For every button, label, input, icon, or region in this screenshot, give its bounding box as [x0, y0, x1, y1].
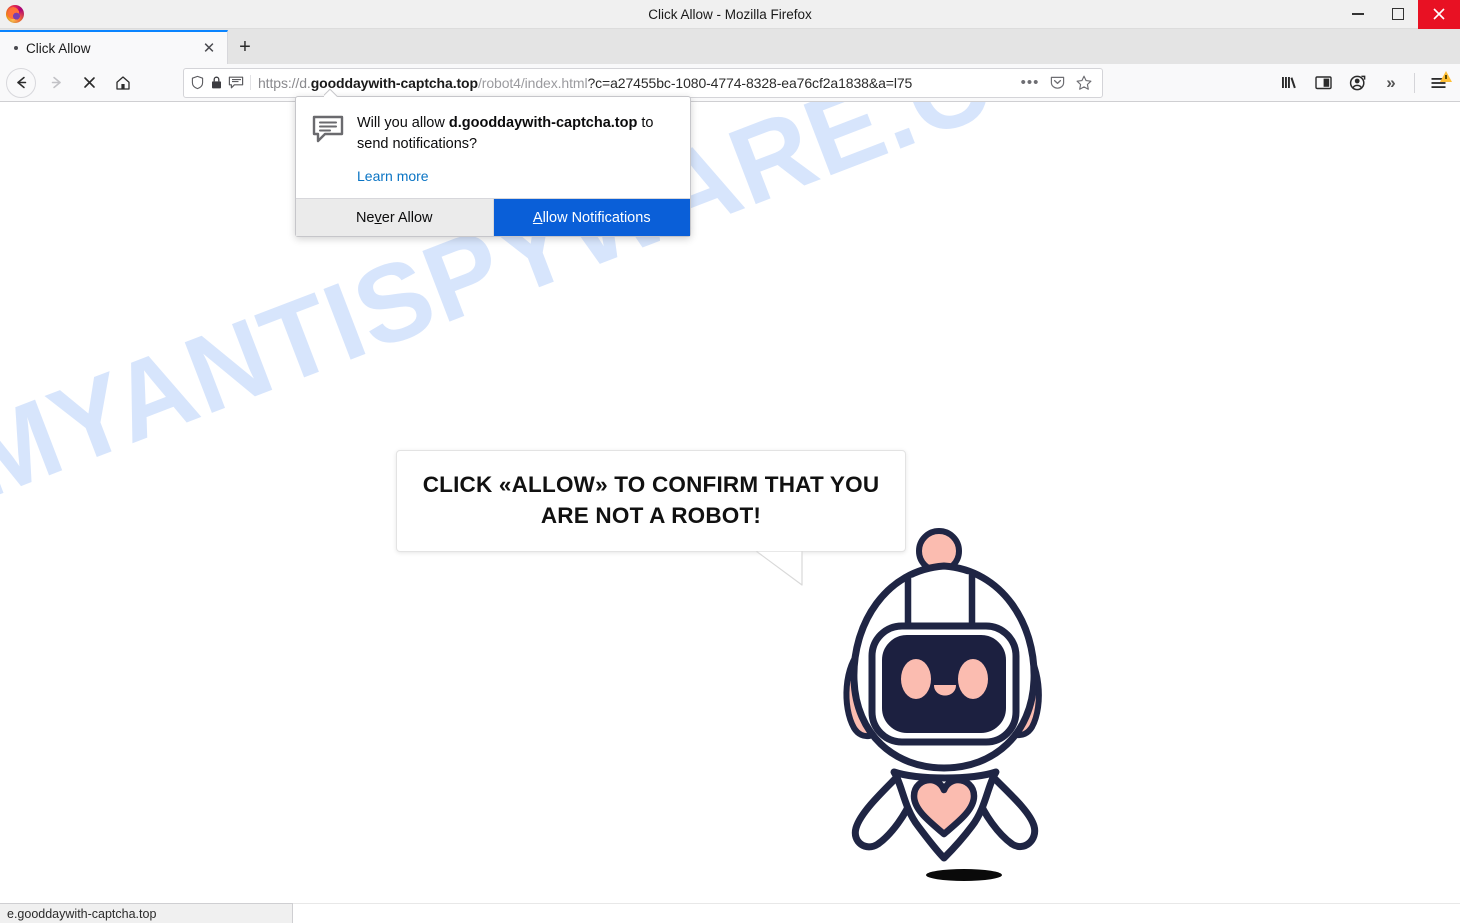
robot-mascot-icon [843, 528, 1042, 881]
permission-message: Will you allow d.gooddaywith-captcha.top… [357, 113, 674, 154]
never-allow-button[interactable]: Ne v er Allow [296, 199, 494, 237]
close-icon [1433, 8, 1445, 20]
url-path: /robot4/index.html [477, 74, 588, 91]
tab-close-icon[interactable]: ✕ [199, 38, 219, 58]
url-bar-actions: ••• [1018, 71, 1096, 95]
navigation-toolbar: https://d.gooddaywith-captcha.top/robot4… [0, 64, 1460, 102]
popup-arrow [324, 89, 338, 97]
library-button[interactable] [1273, 68, 1305, 98]
library-icon [1281, 77, 1296, 89]
status-bar: e.gooddaywith-captcha.top [0, 903, 293, 923]
never-allow-pre: Ne [355, 209, 375, 226]
tab-strip: Click Allow ✕ + [0, 29, 1460, 64]
sidebar-button[interactable] [1307, 68, 1339, 98]
robot-mascot-illustration [826, 522, 1076, 892]
back-button[interactable] [6, 67, 36, 98]
tab-click-allow[interactable]: Click Allow ✕ [0, 30, 228, 64]
allow-notifications-button[interactable]: Allow Notifications [493, 199, 690, 237]
app-menu-button[interactable] [1422, 68, 1454, 98]
title-bar: Click Allow - Mozilla Firefox [0, 0, 1460, 29]
allow-accel: A [532, 209, 543, 226]
stop-x-icon [84, 77, 95, 88]
account-sync-icon [1349, 75, 1365, 90]
never-allow-accel: v [374, 209, 382, 226]
status-bar-text: e.gooddaywith-captcha.top [7, 906, 157, 921]
pocket-save-button[interactable] [1045, 71, 1069, 95]
popup-content: Will you allow d.gooddaywith-captcha.top… [357, 113, 674, 186]
speech-bubble: CLICK «ALLOW» TO CONFIRM THAT YOU ARE NO… [396, 450, 906, 552]
learn-more-link[interactable]: Learn more [357, 168, 429, 184]
page-actions-button[interactable]: ••• [1018, 71, 1042, 95]
popup-actions: Ne v er Allow Allow Notifications [296, 198, 690, 237]
bookmark-star-icon [1076, 75, 1092, 90]
forward-arrow-icon [51, 76, 61, 89]
speech-bubble-tail-icon [756, 551, 803, 586]
stop-button[interactable] [73, 68, 106, 98]
minimize-button[interactable] [1338, 0, 1378, 29]
account-button[interactable] [1341, 68, 1373, 98]
warning-triangle-icon [1440, 70, 1452, 82]
notification-bubble-icon[interactable] [228, 75, 244, 90]
url-text[interactable]: https://d.gooddaywith-captcha.top/robot4… [258, 75, 1018, 91]
robot-shadow [926, 869, 1002, 881]
padlock-icon[interactable] [210, 75, 223, 90]
firefox-window: Click Allow - Mozilla Firefox Click Allo… [0, 0, 1460, 923]
tab-unread-dot-icon [14, 46, 18, 50]
speech-bubble-text: CLICK «ALLOW» TO CONFIRM THAT YOU ARE NO… [422, 472, 880, 528]
page-content: MYANTISPYWARE.COM CLICK «ALLOW» TO CONFI… [0, 102, 1460, 904]
permission-message-prefix: Will you allow [357, 115, 449, 131]
overflow-button[interactable]: » [1375, 68, 1407, 98]
toolbar-separator [1414, 72, 1415, 93]
window-title: Click Allow - Mozilla Firefox [648, 6, 812, 22]
notification-permission-popup: Will you allow d.gooddaywith-captcha.top… [295, 96, 691, 238]
home-icon [115, 75, 130, 90]
notification-bubble-icon [312, 113, 344, 186]
close-button[interactable] [1418, 0, 1460, 29]
tracking-protection-shield-icon[interactable] [190, 75, 205, 90]
allow-post: llow Notifications [542, 209, 651, 226]
popup-body: Will you allow d.gooddaywith-captcha.top… [296, 97, 690, 198]
pocket-save-icon [1050, 76, 1064, 89]
maximize-button[interactable] [1378, 0, 1418, 29]
url-scheme: https://d. [258, 74, 311, 91]
url-query: ?c=a27455bc-1080-4774-8328-ea76cf2a1838&… [587, 74, 913, 91]
toolbar-right-group: » [1273, 68, 1454, 98]
tab-label: Click Allow [26, 40, 91, 56]
firefox-logo-icon [6, 5, 24, 23]
sidebar-toggle-icon [1314, 76, 1332, 90]
url-bar[interactable]: https://d.gooddaywith-captcha.top/robot4… [183, 67, 1103, 98]
back-arrow-icon [16, 76, 26, 89]
never-allow-post: er Allow [381, 209, 433, 226]
new-tab-button[interactable]: + [228, 30, 262, 64]
permission-message-domain: d.gooddaywith-captcha.top [448, 115, 638, 131]
identity-box[interactable] [190, 75, 251, 90]
home-button[interactable] [106, 68, 139, 98]
forward-button[interactable] [40, 68, 73, 98]
bookmark-button[interactable] [1072, 71, 1096, 95]
window-controls [1338, 0, 1460, 29]
